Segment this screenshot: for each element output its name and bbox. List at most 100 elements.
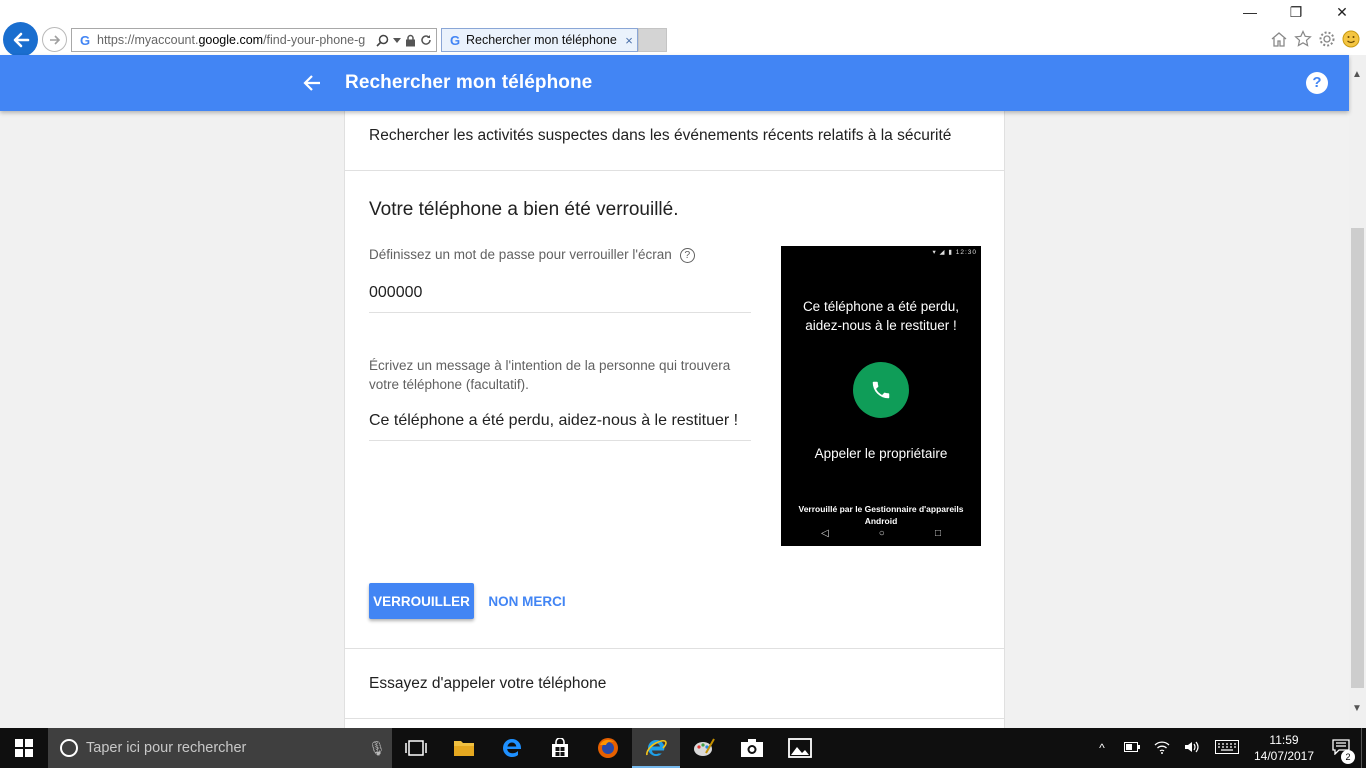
call-phone-label: Essayez d'appeler votre téléphone — [369, 675, 607, 692]
decline-button[interactable]: NON MERCI — [483, 583, 571, 619]
keyboard-icon[interactable] — [1207, 739, 1247, 757]
url-path: /find-your-phone-g — [263, 33, 366, 47]
photos-icon — [788, 738, 812, 758]
taskbar-clock[interactable]: 11:59 14/07/2017 — [1247, 732, 1321, 764]
scroll-down-icon[interactable]: ▼ — [1352, 703, 1362, 714]
back-arrow-icon[interactable] — [300, 71, 324, 95]
task-view-icon — [405, 740, 427, 756]
photos-button[interactable] — [776, 728, 824, 768]
help-icon[interactable]: ? — [1306, 72, 1328, 94]
suspicious-activity-row[interactable]: Rechercher les activités suspectes dans … — [345, 111, 1004, 171]
star-icon[interactable] — [1294, 30, 1312, 48]
close-window-button[interactable]: ✕ — [1326, 4, 1358, 21]
phone-lock-preview: ▾ ◢ ▮ 12:30 Ce téléphone a été perdu, ai… — [781, 246, 981, 546]
home-icon[interactable] — [1270, 30, 1288, 48]
phone-status-bar: ▾ ◢ ▮ 12:30 — [932, 249, 977, 256]
locked-by-label: Verrouillé par le Gestionnaire d'apparei… — [798, 504, 964, 526]
nav-home-icon: ○ — [878, 528, 885, 539]
lock-icon[interactable] — [405, 34, 416, 47]
notification-count-badge: 2 — [1341, 749, 1355, 764]
phone-status-time: 12:30 — [955, 249, 977, 256]
system-tray: ^ 11:59 14/07/2017 2 — [1087, 728, 1366, 768]
password-label: Définissez un mot de passe pour verrouil… — [369, 245, 695, 264]
scrollbar-thumb[interactable] — [1351, 228, 1364, 688]
address-bar[interactable]: G https://myaccount.google.com/find-your… — [71, 28, 437, 52]
cortana-icon — [60, 739, 78, 757]
new-tab-button[interactable] — [638, 28, 667, 52]
clock-date: 14/07/2017 — [1253, 749, 1315, 763]
store-button[interactable] — [536, 728, 584, 768]
phone-nav-bar: ◁ ○ □ — [821, 528, 941, 539]
tab-label: Rechercher mon téléphone — [466, 33, 617, 47]
battery-icon[interactable] — [1117, 741, 1147, 755]
taskbar: Taper ici pour rechercher 🎙 ^ 11:59 14/0… — [0, 728, 1366, 768]
browser-toolbar — [1270, 30, 1360, 48]
nav-recents-icon: □ — [934, 528, 941, 539]
arrow-right-icon — [49, 34, 60, 45]
task-view-button[interactable] — [392, 728, 440, 768]
internet-explorer-button[interactable] — [632, 728, 680, 768]
volume-icon[interactable] — [1177, 740, 1207, 757]
window-controls: — ❐ ✕ — [1234, 4, 1358, 21]
microphone-icon[interactable]: 🎙 — [362, 740, 392, 757]
tab-find-my-phone[interactable]: G Rechercher mon téléphone × — [441, 28, 638, 52]
internet-explorer-icon — [646, 739, 667, 756]
refresh-icon[interactable] — [420, 34, 432, 46]
firefox-icon — [598, 738, 618, 758]
paint-button[interactable] — [680, 728, 728, 768]
taskbar-search-placeholder: Taper ici pour rechercher — [86, 740, 247, 756]
phone-lock-message: Ce téléphone a été perdu, aidez-nous à l… — [802, 299, 960, 333]
message-label: Écrivez un message à l'intention de la p… — [369, 358, 731, 392]
password-field[interactable]: 000000 — [369, 284, 751, 313]
file-explorer-button[interactable] — [440, 728, 488, 768]
tab-close-icon[interactable]: × — [621, 33, 637, 48]
browser-forward-button[interactable] — [42, 27, 67, 52]
lock-section: Votre téléphone a bien été verrouillé. D… — [345, 171, 1004, 649]
smiley-icon[interactable] — [1342, 30, 1360, 48]
action-center-button[interactable]: 2 — [1321, 738, 1361, 764]
url-prefix: https://myaccount. — [97, 33, 199, 47]
restore-button[interactable]: ❐ — [1280, 4, 1312, 21]
phone-call-icon — [872, 381, 890, 399]
search-icon[interactable] — [376, 34, 389, 47]
clock-time: 11:59 — [1269, 733, 1299, 747]
folder-icon — [454, 741, 474, 756]
camera-button[interactable] — [728, 728, 776, 768]
taskbar-apps — [392, 728, 824, 768]
lock-button[interactable]: VERROUILLER — [369, 583, 474, 619]
call-button — [853, 362, 909, 418]
password-label-text: Définissez un mot de passe pour verrouil… — [369, 247, 672, 262]
palette-icon — [694, 738, 715, 756]
edge-icon — [503, 739, 521, 757]
gear-icon[interactable] — [1318, 30, 1336, 48]
start-button[interactable] — [0, 728, 48, 768]
main-card: Rechercher les activités suspectes dans … — [344, 111, 1005, 728]
url-domain: google.com — [198, 33, 264, 47]
browser-chrome: G https://myaccount.google.com/find-your… — [0, 0, 1366, 57]
minimize-button[interactable]: — — [1234, 4, 1266, 21]
call-owner-label: Appeler le propriétaire — [814, 446, 948, 461]
dropdown-arrow-icon[interactable] — [393, 36, 401, 44]
address-url[interactable]: https://myaccount.google.com/find-your-p… — [97, 33, 376, 47]
windows-logo-icon — [15, 739, 33, 757]
edge-button[interactable] — [488, 728, 536, 768]
app-bar: Rechercher mon téléphone ? — [0, 55, 1349, 111]
arrow-left-icon — [13, 32, 29, 47]
nav-back-icon: ◁ — [821, 528, 829, 539]
help-circle-icon[interactable]: ? — [679, 248, 695, 263]
taskbar-search[interactable]: Taper ici pour rechercher 🎙 — [48, 728, 392, 768]
page-title: Rechercher mon téléphone — [345, 72, 593, 93]
wifi-icon[interactable] — [1147, 740, 1177, 757]
show-desktop-button[interactable] — [1361, 728, 1366, 768]
call-phone-row[interactable]: Essayez d'appeler votre téléphone — [345, 649, 1004, 719]
message-field[interactable]: Ce téléphone a été perdu, aidez-nous à l… — [369, 412, 751, 441]
browser-back-button[interactable] — [3, 22, 38, 57]
firefox-button[interactable] — [584, 728, 632, 768]
google-favicon-icon: G — [79, 32, 91, 48]
chevron-up-icon[interactable]: ^ — [1087, 741, 1117, 755]
google-favicon-icon: G — [449, 32, 461, 48]
suspicious-activity-label: Rechercher les activités suspectes dans … — [369, 127, 952, 144]
scroll-up-icon[interactable]: ▲ — [1352, 69, 1362, 80]
page-scrollbar[interactable]: ▲ ▼ — [1349, 55, 1366, 728]
lock-heading: Votre téléphone a bien été verrouillé. — [369, 199, 679, 220]
